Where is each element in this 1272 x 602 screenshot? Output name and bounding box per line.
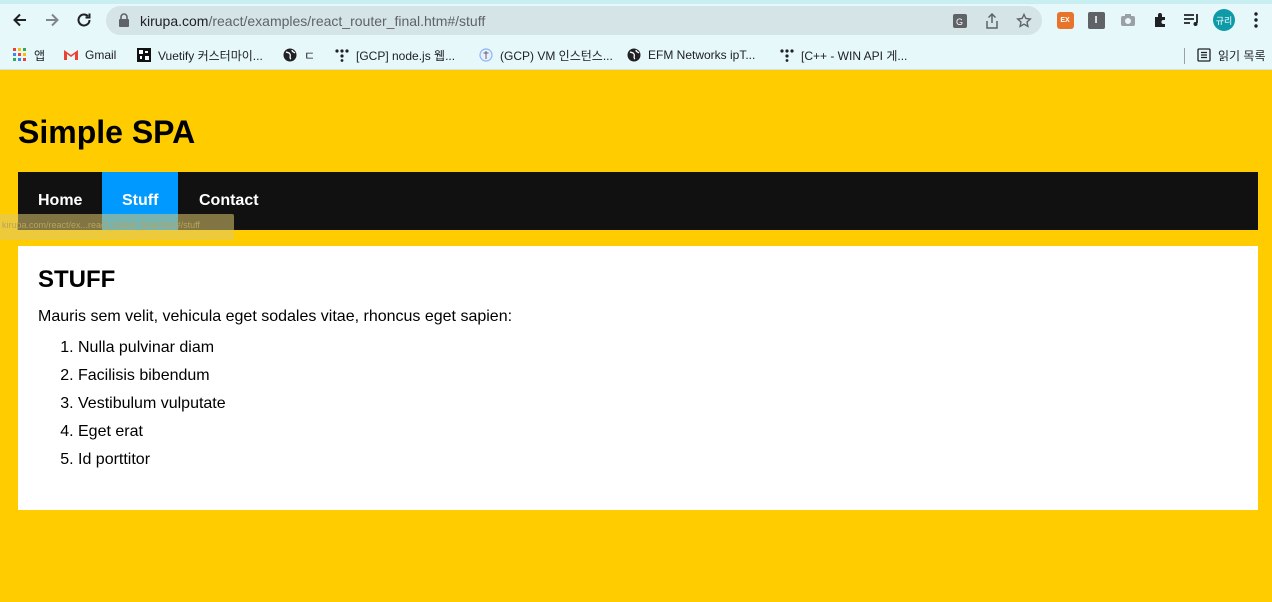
extension-ex-icon[interactable]: EX [1055, 10, 1075, 30]
badge-icon [478, 47, 494, 63]
bookmark-label: 앱 [34, 48, 46, 63]
bookmark-star-icon[interactable] [1014, 11, 1034, 31]
bookmark-label: [C++ - WIN API 게... [801, 48, 908, 63]
globe-icon [282, 47, 298, 63]
lock-icon [118, 13, 130, 32]
tab-strip-edge [0, 0, 1272, 4]
bookmark-label: [GCP] node.js 웹... [356, 48, 456, 63]
content-list: Nulla pulvinar diam Facilisis bibendum V… [38, 334, 1238, 474]
camera-icon[interactable] [1118, 10, 1138, 30]
bookmark-apps[interactable]: 앱 [12, 46, 45, 64]
translate-icon[interactable]: G [950, 11, 970, 31]
media-queue-icon[interactable] [1182, 10, 1202, 30]
link-status-tooltip: kirupa.com/react/ex...react_router_final… [0, 214, 234, 240]
qr-icon [136, 47, 152, 63]
arrow-left-icon [13, 13, 26, 27]
bookmark-cpp-winapi[interactable]: [C++ - WIN API 게... [779, 46, 907, 64]
bookmark-vuetify[interactable]: Vuetify 커스터마이... [136, 46, 263, 64]
list-item: Nulla pulvinar diam [78, 334, 1238, 362]
bookmarks-bar: 앱 Gmail Vuetify 커스터마이... ㄷ [GCP] node.js… [0, 40, 1272, 70]
bookmark-gmail[interactable]: Gmail [63, 46, 116, 64]
bookmark-d[interactable]: ㄷ [282, 46, 315, 64]
bookmark-label: EFM Networks ipT... [648, 48, 756, 62]
url-path: /react/examples/react_router_final.htm#/… [208, 13, 486, 29]
bookmark-label: Vuetify 커스터마이... [158, 48, 263, 63]
apps-grid-icon [12, 47, 28, 63]
browser-toolbar: kirupa.com/react/examples/react_router_f… [0, 0, 1272, 40]
site-title: Simple SPA [18, 114, 196, 150]
arrow-right-icon [46, 13, 59, 27]
forward-button[interactable] [36, 4, 68, 36]
bookmarks-divider [1184, 48, 1185, 64]
content-intro: Mauris sem velit, vehicula eget sodales … [38, 308, 513, 325]
profile-avatar[interactable]: 규리 [1213, 9, 1235, 31]
dots-icon [334, 47, 350, 63]
share-icon[interactable] [982, 11, 1002, 31]
svg-text:G: G [956, 17, 963, 27]
bookmark-label: ㄷ [304, 48, 316, 63]
url-host: kirupa.com [140, 13, 209, 29]
gmail-icon [63, 47, 79, 63]
back-button[interactable] [4, 4, 36, 36]
reload-button[interactable] [68, 4, 100, 36]
content-heading: STUFF [38, 266, 116, 293]
bookmark-gcp-node[interactable]: [GCP] node.js 웹... [334, 46, 455, 64]
reload-icon [77, 13, 91, 27]
bookmark-label: (GCP) VM 인스턴스... [500, 48, 613, 63]
url-text: kirupa.com/react/examples/react_router_f… [140, 13, 485, 29]
content-panel: STUFF Mauris sem velit, vehicula eget so… [18, 246, 1258, 510]
dots-icon [779, 47, 795, 63]
list-item: Vestibulum vulputate [78, 390, 1238, 418]
list-item: Facilisis bibendum [78, 362, 1238, 390]
web-page: Simple SPA Home Stuff Contact kirupa.com… [0, 71, 1272, 602]
address-bar[interactable]: kirupa.com/react/examples/react_router_f… [106, 6, 1042, 35]
puzzle-extensions-icon[interactable] [1150, 10, 1170, 30]
bookmark-label: Gmail [85, 48, 117, 62]
extension-i-icon[interactable]: I [1086, 10, 1106, 30]
bookmark-gcp-vm[interactable]: (GCP) VM 인스턴스... [478, 46, 613, 64]
reading-list[interactable]: 읽기 목록 [1196, 46, 1266, 64]
bookmark-efm[interactable]: EFM Networks ipT... [626, 46, 755, 64]
globe-icon [626, 47, 642, 63]
reading-list-icon [1196, 47, 1212, 63]
reading-list-label: 읽기 목록 [1218, 48, 1266, 63]
more-menu-icon[interactable] [1246, 10, 1266, 30]
list-item: Eget erat [78, 418, 1238, 446]
list-item: Id porttitor [78, 446, 1238, 474]
